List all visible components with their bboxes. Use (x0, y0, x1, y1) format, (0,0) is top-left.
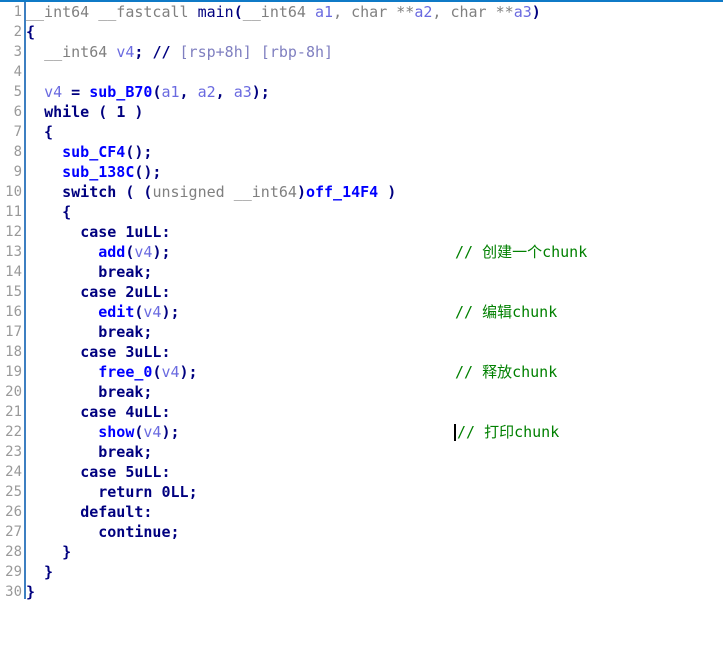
code-line[interactable]: 4 (0, 62, 723, 82)
line-text[interactable]: break; (26, 382, 152, 402)
line-number: 9 (13, 164, 22, 180)
line-text[interactable]: { (26, 122, 53, 142)
text-cursor (454, 424, 456, 441)
line-text[interactable]: __int64 __fastcall main(__int64 a1, char… (26, 2, 541, 22)
code-line[interactable]: 16 edit(v4); // 编辑chunk (0, 302, 723, 322)
line-number: 13 (5, 244, 22, 260)
code-line[interactable]: 17 break; (0, 322, 723, 342)
line-number: 3 (13, 44, 22, 60)
line-number: 4 (13, 64, 22, 80)
code-line[interactable]: 12 case 1uLL: (0, 222, 723, 242)
line-number: 24 (5, 464, 22, 480)
code-line[interactable]: 21 case 4uLL: (0, 402, 723, 422)
line-text[interactable]: continue; (26, 522, 179, 542)
code-line[interactable]: 27 continue; (0, 522, 723, 542)
code-line[interactable]: 8 sub_CF4(); (0, 142, 723, 162)
line-text[interactable]: switch ( (unsigned __int64)off_14F4 ) (26, 182, 396, 202)
line-text[interactable]: case 1uLL: (26, 222, 170, 242)
line-number: 6 (13, 104, 22, 120)
side-comment: // 创建一个chunk (455, 243, 588, 261)
pseudocode-view[interactable]: 1 __int64 __fastcall main(__int64 a1, ch… (0, 0, 723, 602)
line-text[interactable]: } (26, 542, 71, 562)
line-text[interactable]: { (26, 22, 35, 42)
line-number: 15 (5, 284, 22, 300)
line-number: 5 (13, 84, 22, 100)
side-comment: // 打印chunk (457, 423, 560, 441)
side-comment: // 编辑chunk (455, 303, 558, 321)
code-line[interactable]: 26 default: (0, 502, 723, 522)
line-number: 8 (13, 144, 22, 160)
line-number: 22 (5, 424, 22, 440)
code-line[interactable]: 30 } (0, 582, 723, 602)
line-text[interactable]: __int64 v4; // [rsp+8h] [rbp-8h] (26, 42, 333, 62)
line-number: 11 (5, 204, 22, 220)
code-line[interactable]: 20 break; (0, 382, 723, 402)
line-text[interactable]: v4 = sub_B70(a1, a2, a3); (26, 82, 270, 102)
line-number: 25 (5, 484, 22, 500)
line-number: 7 (13, 124, 22, 140)
line-text[interactable]: while ( 1 ) (26, 102, 143, 122)
line-number: 23 (5, 444, 22, 460)
code-line[interactable]: 14 break; (0, 262, 723, 282)
line-text[interactable]: { (26, 202, 71, 222)
line-number: 10 (5, 184, 22, 200)
code-line[interactable]: 29 } (0, 562, 723, 582)
code-line[interactable]: 1 __int64 __fastcall main(__int64 a1, ch… (0, 2, 723, 22)
line-number: 1 (13, 4, 22, 20)
code-line[interactable]: 9 sub_138C(); (0, 162, 723, 182)
line-number: 16 (5, 304, 22, 320)
code-line[interactable]: 7 { (0, 122, 723, 142)
code-line[interactable]: 2 { (0, 22, 723, 42)
code-line[interactable]: 19 free_0(v4); // 释放chunk (0, 362, 723, 382)
line-number: 19 (5, 364, 22, 380)
line-text[interactable]: free_0(v4); (26, 362, 197, 382)
line-number: 17 (5, 324, 22, 340)
line-number: 21 (5, 404, 22, 420)
line-text[interactable]: edit(v4); (26, 302, 179, 322)
code-line[interactable]: 11 { (0, 202, 723, 222)
line-text[interactable]: sub_CF4(); (26, 142, 152, 162)
line-text[interactable]: show(v4); (26, 422, 179, 442)
code-line[interactable]: 23 break; (0, 442, 723, 462)
line-text[interactable]: default: (26, 502, 152, 522)
line-number: 27 (5, 524, 22, 540)
line-text[interactable]: sub_138C(); (26, 162, 161, 182)
line-text[interactable]: case 4uLL: (26, 402, 170, 422)
line-text[interactable]: } (26, 582, 35, 602)
code-line[interactable]: 15 case 2uLL: (0, 282, 723, 302)
line-text[interactable]: case 3uLL: (26, 342, 170, 362)
code-line[interactable]: 6 while ( 1 ) (0, 102, 723, 122)
line-text[interactable]: add(v4); (26, 242, 170, 262)
code-line[interactable]: 18 case 3uLL: (0, 342, 723, 362)
side-comment: // 释放chunk (455, 363, 558, 381)
line-number: 20 (5, 384, 22, 400)
line-number: 14 (5, 264, 22, 280)
line-number: 2 (13, 24, 22, 40)
code-line[interactable]: 25 return 0LL; (0, 482, 723, 502)
line-text[interactable]: case 5uLL: (26, 462, 170, 482)
line-number: 18 (5, 344, 22, 360)
line-number: 28 (5, 544, 22, 560)
line-number: 30 (5, 584, 22, 600)
code-line[interactable]: 5 v4 = sub_B70(a1, a2, a3); (0, 82, 723, 102)
code-area[interactable]: 1 __int64 __fastcall main(__int64 a1, ch… (0, 2, 723, 602)
code-line[interactable]: 22 show(v4); // 打印chunk (0, 422, 723, 442)
code-line[interactable]: 3 __int64 v4; // [rsp+8h] [rbp-8h] (0, 42, 723, 62)
code-line[interactable]: 28 } (0, 542, 723, 562)
line-number: 12 (5, 224, 22, 240)
code-line[interactable]: 13 add(v4); // 创建一个chunk (0, 242, 723, 262)
line-text[interactable]: return 0LL; (26, 482, 197, 502)
line-text[interactable]: } (26, 562, 53, 582)
code-line[interactable]: 10 switch ( (unsigned __int64)off_14F4 ) (0, 182, 723, 202)
line-text[interactable]: break; (26, 262, 152, 282)
line-number: 26 (5, 504, 22, 520)
line-text[interactable]: case 2uLL: (26, 282, 170, 302)
line-text[interactable]: break; (26, 442, 152, 462)
line-number: 29 (5, 564, 22, 580)
line-text[interactable]: break; (26, 322, 152, 342)
code-line[interactable]: 24 case 5uLL: (0, 462, 723, 482)
